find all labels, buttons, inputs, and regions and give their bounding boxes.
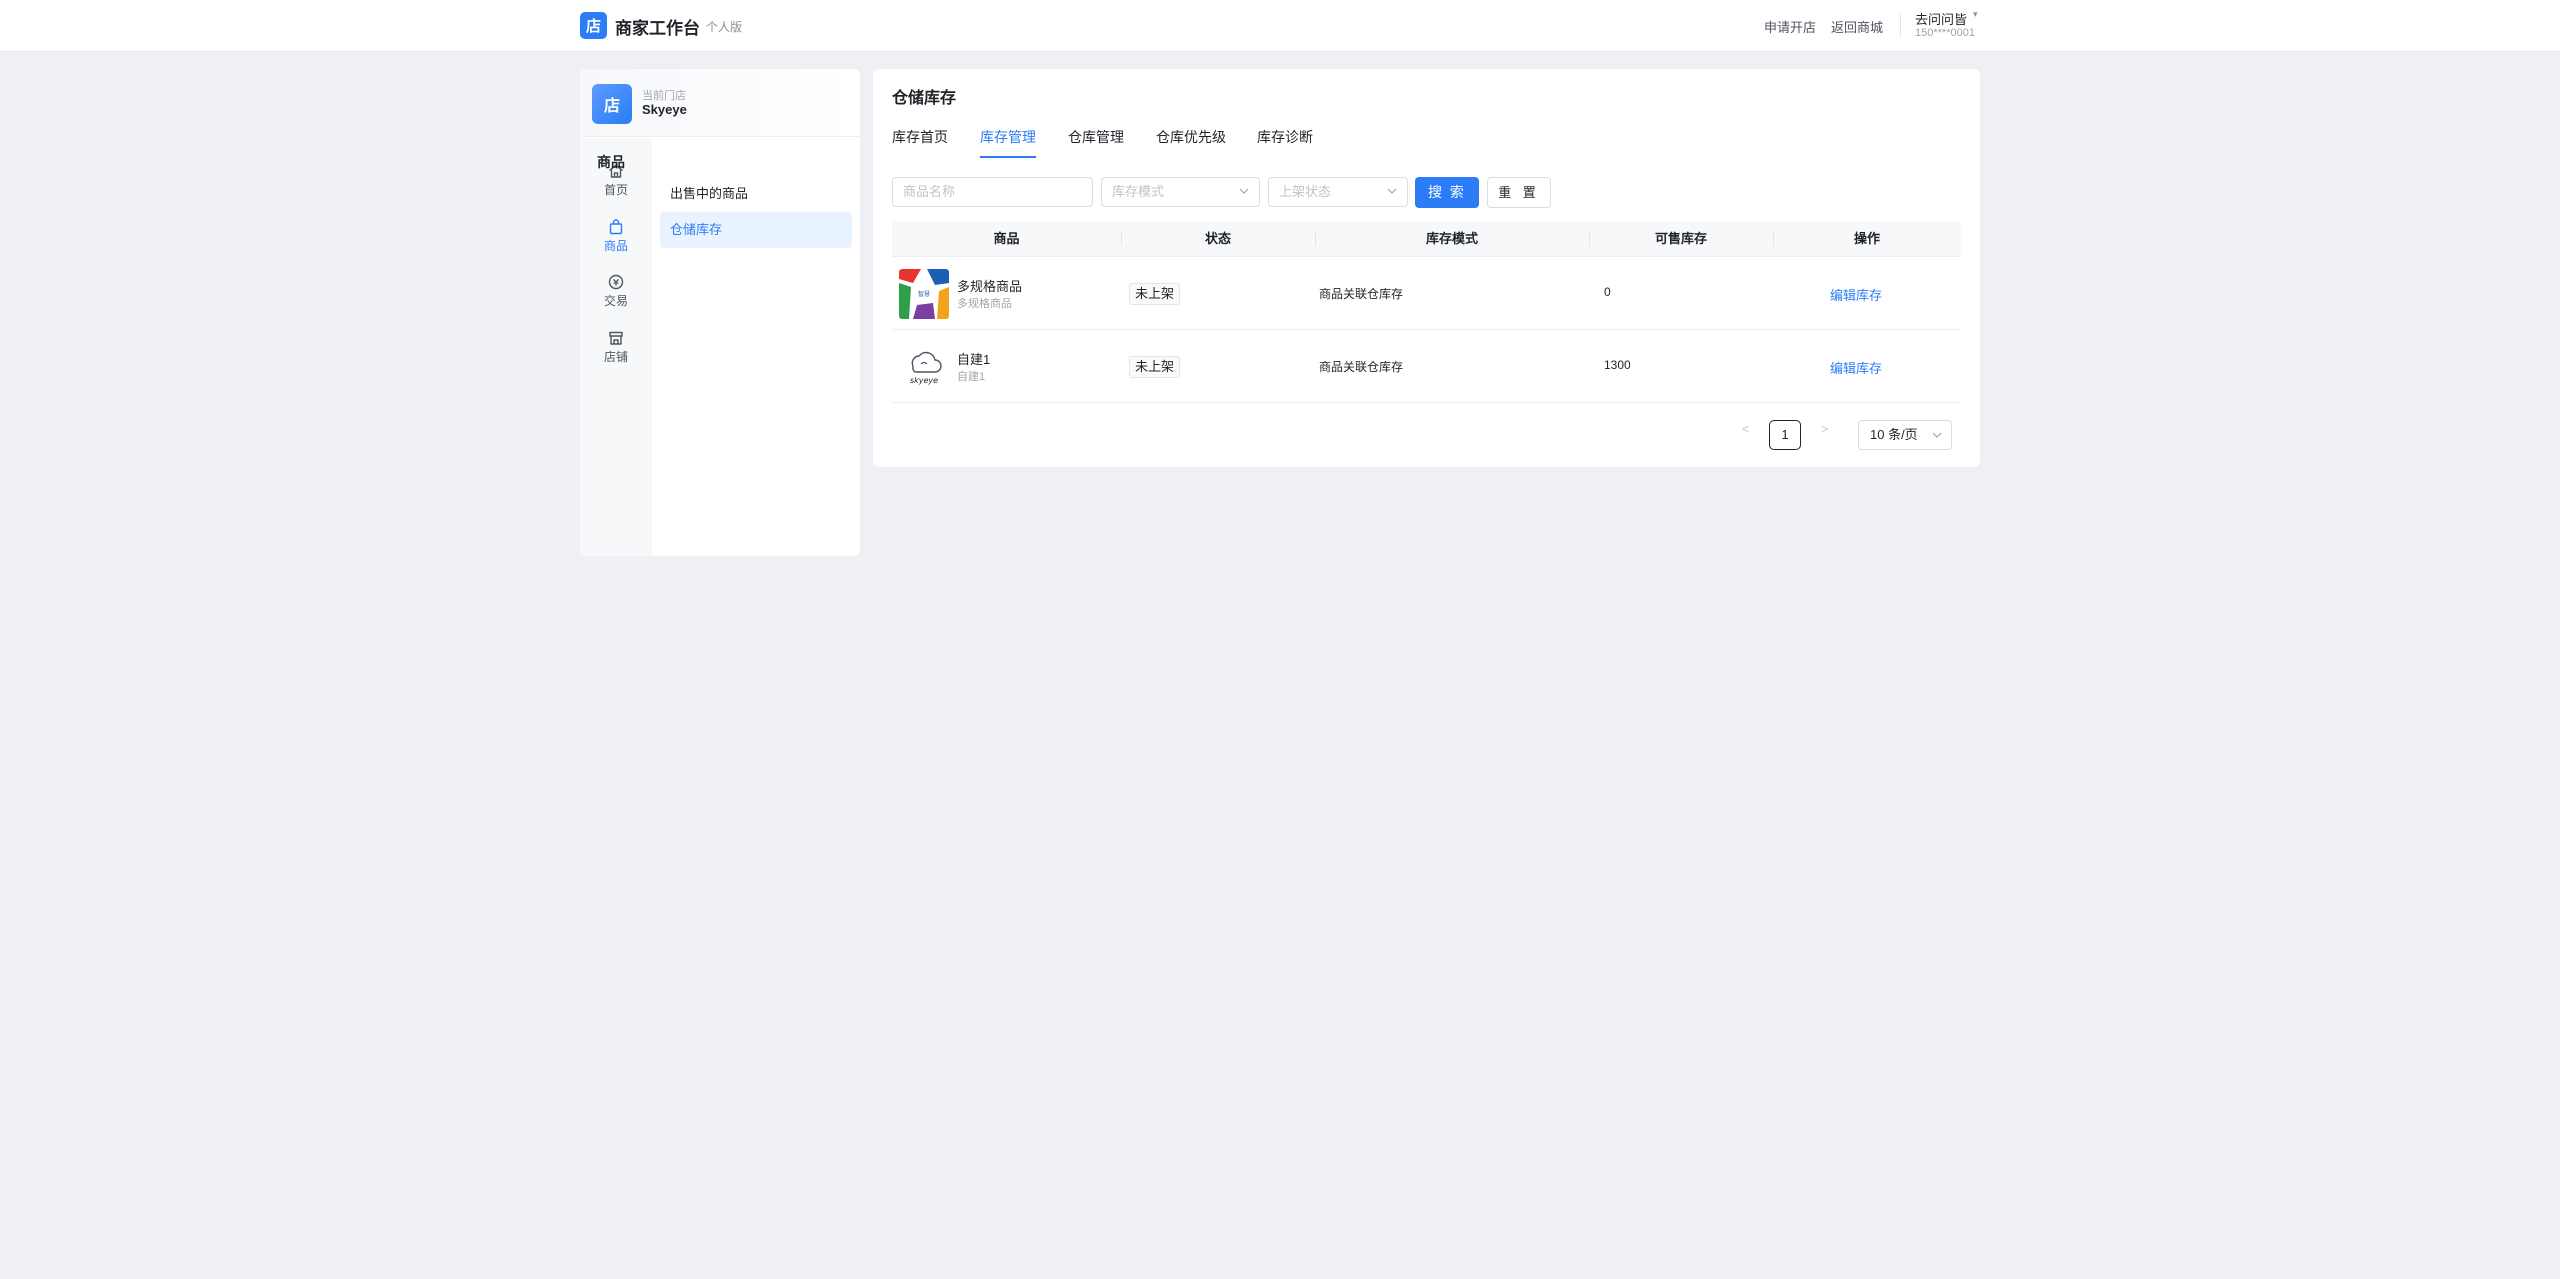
user-phone: 150****0001 [1915, 27, 1975, 39]
bag-icon [609, 219, 623, 235]
listing-status-placeholder: 上架状态 [1279, 184, 1332, 199]
stock-mode-cell: 商品关联仓库存 [1319, 287, 1404, 301]
prev-page-button[interactable]: < [1742, 422, 1749, 436]
chevron-down-icon [1932, 432, 1942, 438]
nav-shop[interactable]: 店铺 [580, 323, 652, 371]
search-button[interactable]: 搜 索 [1415, 177, 1479, 208]
tab-stock-manage[interactable]: 库存管理 [980, 127, 1036, 158]
header-divider [1900, 14, 1901, 36]
brand-logo[interactable]: 店 [580, 12, 607, 39]
top-header: 店 商家工作台 个人版 申请开店 返回商城 去问问皆 ▾ 150****0001 [0, 0, 2560, 52]
product-name-input[interactable] [903, 178, 1092, 205]
submenu-title: 商品 [597, 154, 625, 170]
colorful-logo-thumbnail: 智慧 [899, 269, 949, 319]
page-size-select[interactable]: 10 条/页 [1858, 420, 1952, 450]
main-card: 仓储库存 库存首页 库存管理 仓库管理 仓库优先级 库存诊断 库存模式 上架状态… [873, 69, 1980, 467]
reset-button[interactable]: 重 置 [1487, 177, 1551, 208]
column-header-status: 状态 [1204, 231, 1231, 246]
side-nav: 首页 商品 交易 店铺 [580, 138, 652, 556]
product-thumbnail[interactable]: skyeye [899, 342, 949, 392]
edit-stock-link[interactable]: 编辑库存 [1830, 358, 1882, 377]
next-page-button[interactable]: > [1821, 422, 1828, 436]
column-header-stock-mode: 库存模式 [1425, 231, 1478, 246]
sellable-stock-cell: 1300 [1604, 358, 1631, 372]
product-subtitle: 自建1 [957, 371, 986, 383]
tab-warehouse-priority[interactable]: 仓库优先级 [1156, 127, 1226, 156]
column-header-sellable-stock: 可售库存 [1654, 231, 1707, 246]
store-name: Skyeye [642, 102, 687, 117]
apply-store-link[interactable]: 申请开店 [1764, 17, 1816, 36]
app-title: 商家工作台 [615, 19, 700, 38]
chevron-down-icon [1387, 188, 1397, 194]
nav-trade[interactable]: 交易 [580, 267, 652, 315]
chevron-down-icon [1239, 188, 1249, 194]
side-panel: 店 当前门店 Skyeye 首页 商品 交易 店铺 商品 出售中的商品 仓储库存 [580, 69, 860, 556]
page-size-value: 10 条/页 [1870, 427, 1918, 442]
tab-stock-home[interactable]: 库存首页 [892, 127, 948, 156]
table-row: 智慧 多规格商品 多规格商品 未上架 商品关联仓库存 0 编辑库存 [892, 258, 1961, 330]
listing-status-select[interactable]: 上架状态 [1268, 177, 1408, 207]
column-header-product: 商品 [993, 231, 1020, 246]
table-row: skyeye 自建1 自建1 未上架 商品关联仓库存 1300 编辑库存 [892, 331, 1961, 403]
shop-icon [609, 331, 623, 345]
store-header[interactable]: 店 当前门店 Skyeye [580, 69, 860, 137]
nav-goods[interactable]: 商品 [580, 212, 652, 260]
edit-stock-link[interactable]: 编辑库存 [1830, 285, 1882, 304]
product-thumbnail[interactable]: 智慧 [899, 269, 949, 319]
back-to-mall-link[interactable]: 返回商城 [1831, 17, 1883, 36]
submenu-item-warehouse-stock[interactable]: 仓储库存 [660, 212, 852, 248]
caret-down-icon[interactable]: ▾ [1973, 9, 1978, 20]
svg-text:skyeye: skyeye [910, 376, 938, 385]
product-name: 多规格商品 [957, 279, 1023, 294]
store-caption: 当前门店 [642, 90, 686, 102]
transaction-icon [608, 274, 624, 290]
store-avatar: 店 [592, 84, 632, 124]
stock-mode-placeholder: 库存模式 [1112, 184, 1165, 199]
edition-label: 个人版 [706, 20, 743, 34]
tab-warehouse-manage[interactable]: 仓库管理 [1068, 127, 1124, 156]
product-subtitle: 多规格商品 [957, 298, 1012, 310]
stock-mode-cell: 商品关联仓库存 [1319, 360, 1404, 374]
nav-goods-label: 商品 [603, 239, 628, 253]
svg-text:智慧: 智慧 [918, 290, 930, 298]
tab-stock-diagnosis[interactable]: 库存诊断 [1257, 127, 1313, 156]
status-badge: 未上架 [1129, 356, 1181, 378]
page-number-current[interactable]: 1 [1769, 420, 1801, 450]
submenu-item-on-sale[interactable]: 出售中的商品 [660, 176, 852, 212]
product-name-field[interactable] [892, 177, 1093, 207]
nav-trade-label: 交易 [603, 294, 628, 308]
table-header: 商品 状态 库存模式 可售库存 操作 [892, 221, 1961, 257]
product-name: 自建1 [957, 352, 991, 367]
user-name[interactable]: 去问问皆 [1915, 9, 1967, 28]
sellable-stock-cell: 0 [1604, 285, 1611, 299]
nav-shop-label: 店铺 [603, 350, 628, 364]
column-header-actions: 操作 [1853, 231, 1880, 246]
page-title: 仓储库存 [892, 90, 957, 107]
status-badge: 未上架 [1129, 283, 1181, 305]
nav-home-label: 首页 [603, 183, 628, 197]
stock-mode-select[interactable]: 库存模式 [1101, 177, 1260, 207]
skyeye-cloud-thumbnail: skyeye [899, 342, 949, 392]
